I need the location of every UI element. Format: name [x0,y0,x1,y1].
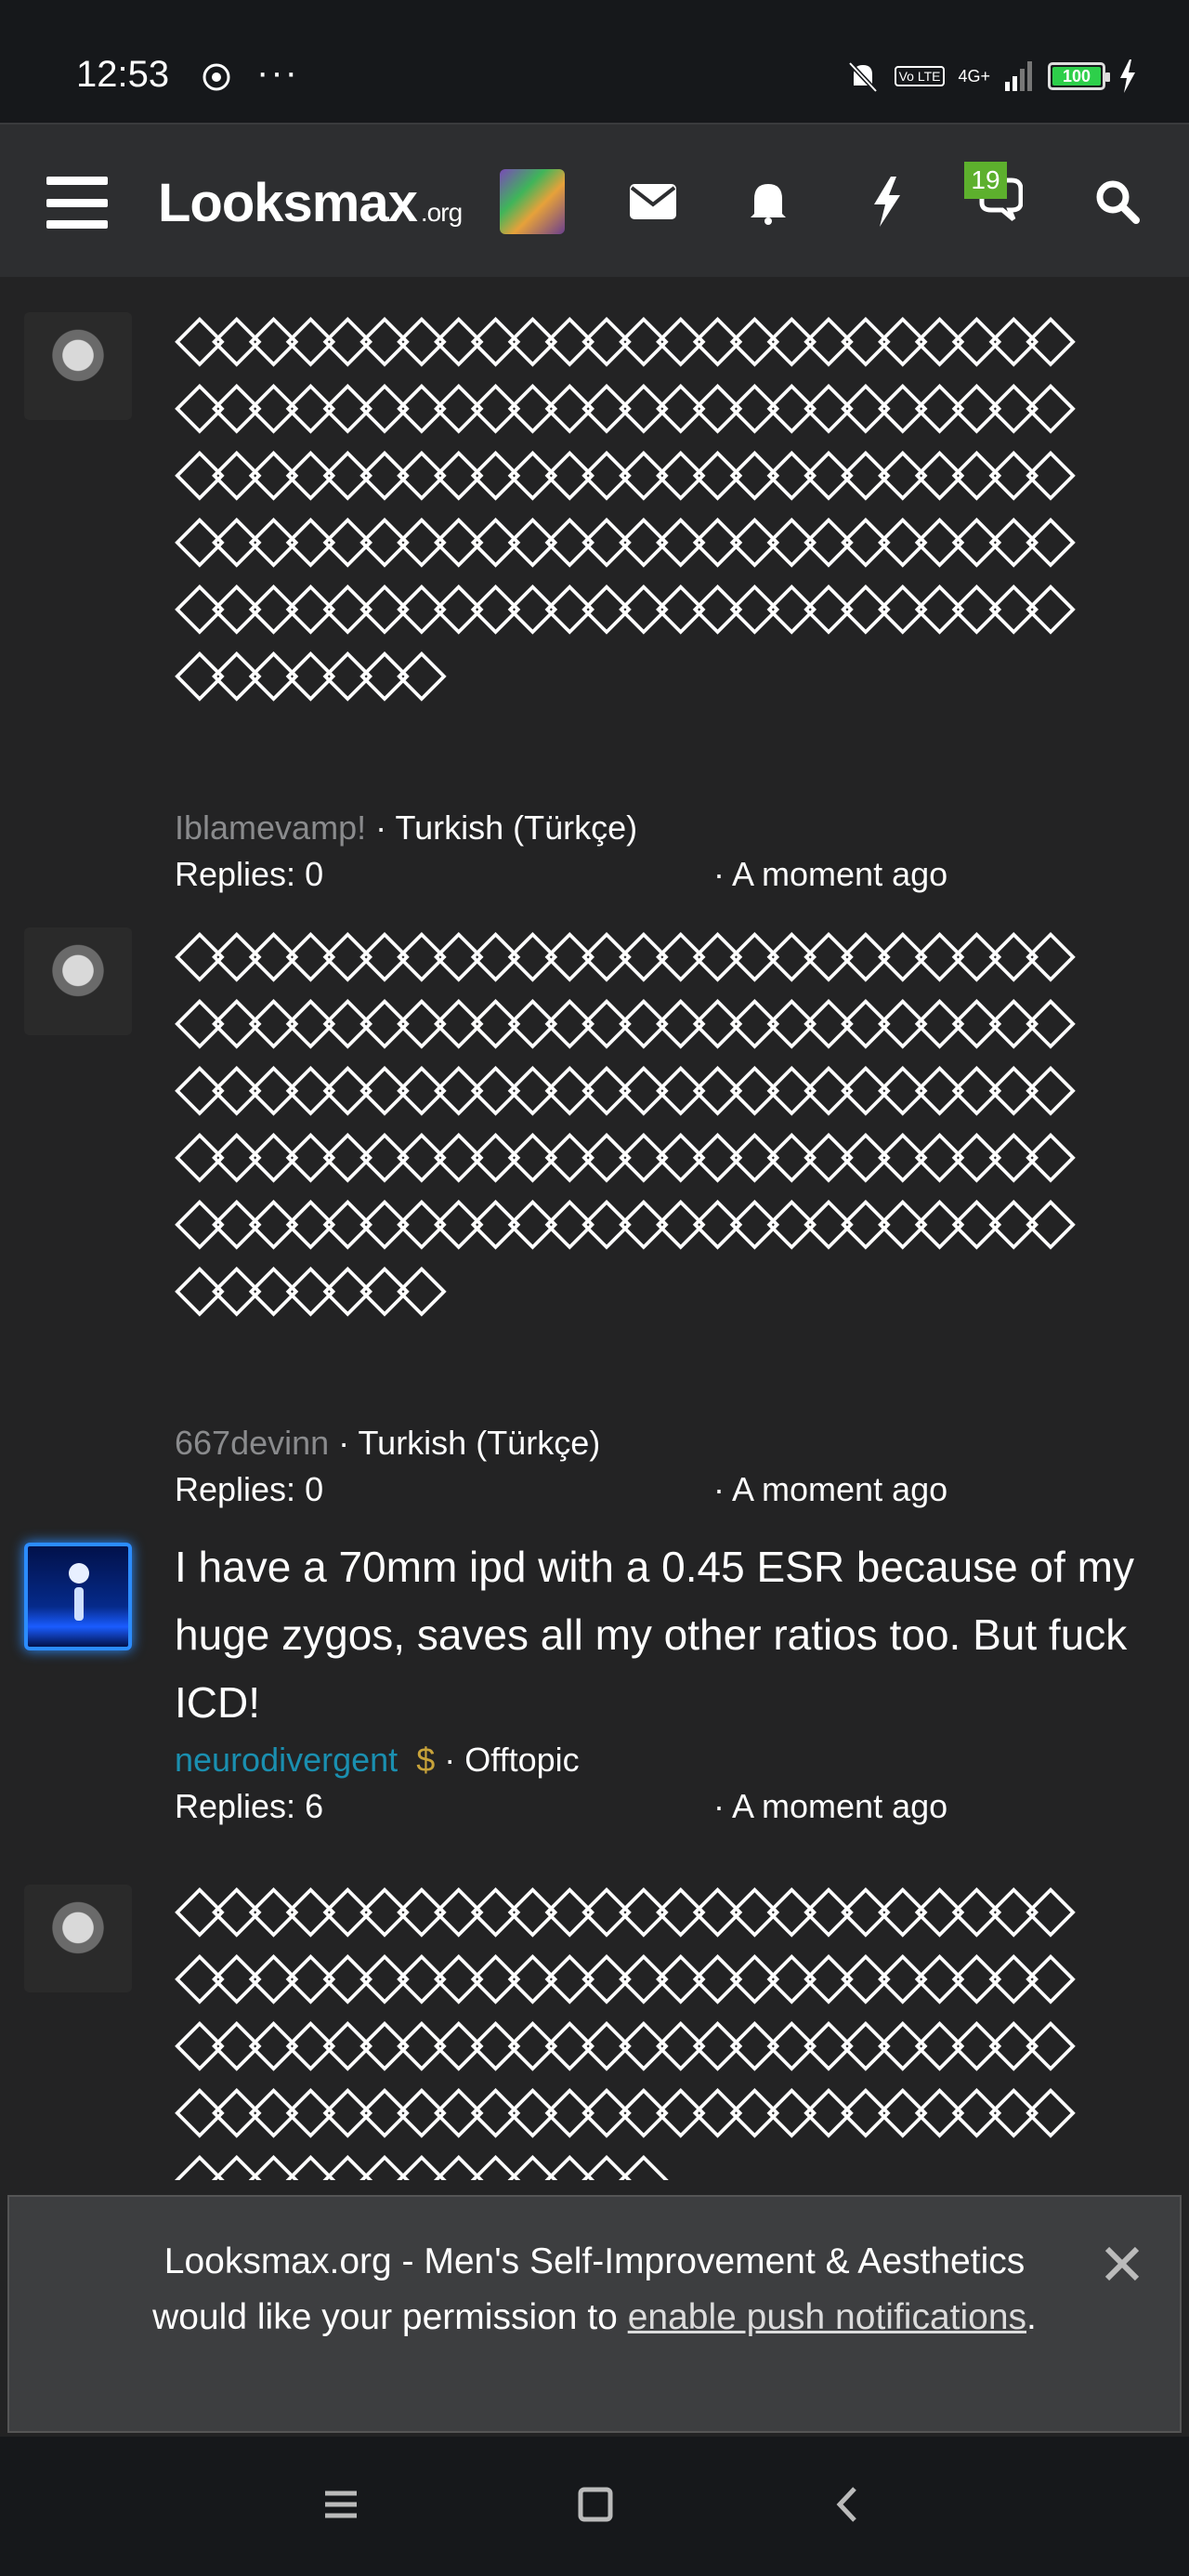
thread-title[interactable]: I have a 70mm ipd with a 0.45 ESR becaus… [175,1533,1159,1737]
reply-count: Replies: 0 [175,1470,324,1508]
user-avatar[interactable] [500,169,565,234]
author-name[interactable]: 667devinn [175,1424,329,1462]
thread-meta: 667devinn · Turkish (Türkçe) [175,1424,1159,1463]
menu-bar [46,220,108,229]
thread-title[interactable]: ◇◇◇◇◇◇◇◇◇◇◇◇◇◇◇◇◇◇◇◇◇◇◇◇◇◇◇◇◇◇◇◇◇◇◇◇◇◇◇◇… [175,918,1085,1420]
enable-push-link[interactable]: enable push notifications [628,2297,1026,2337]
banner-line-2: would like your permission to enable pus… [9,2290,1180,2346]
logo-suffix: .org [420,198,463,227]
status-bar: 12:53 ··· Vo LTE 4G+ 100 [0,0,1189,123]
signal-icon [1005,61,1032,91]
conversations-badge: 19 [964,162,1007,199]
author-avatar[interactable] [24,312,132,420]
system-nav-bar [0,2437,1189,2576]
banner-line-1: Looksmax.org - Men's Self-Improvement & … [163,2241,1026,2281]
meta-separator: · [338,1424,359,1462]
menu-bar [46,198,108,207]
post-time: · A moment ago [713,855,948,893]
search-icon [1096,180,1140,224]
recents-icon[interactable] [318,2481,364,2528]
thread-body: ◇◇◇◇◇◇◇◇◇◇◇◇◇◇◇◇◇◇◇◇◇◇◇◇◇◇◇◇◇◇◇◇◇◇◇◇◇◇◇◇… [175,303,1159,907]
menu-button[interactable] [46,177,108,229]
banner-suffix: . [1026,2297,1037,2337]
status-time: 12:53 [76,54,170,95]
post-time: · A moment ago [713,1787,948,1825]
thread-meta: neurodivergent $ · Offtopic [175,1741,1159,1780]
battery-icon: 100 [1048,62,1110,90]
more-notifications-icon: ··· [256,52,299,93]
author-avatar[interactable] [24,1885,132,1992]
reply-count: Replies: 6 [175,1787,324,1825]
forum-name[interactable]: Turkish (Türkçe) [395,808,637,847]
back-icon[interactable] [825,2481,871,2528]
author-avatar[interactable] [24,927,132,1035]
thread-stats: Replies: 0 · A moment ago [175,1470,1159,1522]
author-avatar[interactable] [24,1543,132,1650]
mute-bell-icon [847,61,878,93]
forum-name[interactable]: Turkish (Türkçe) [359,1424,601,1462]
whats-new-button[interactable] [855,169,920,234]
lightning-icon [874,177,900,227]
forum-name[interactable]: Offtopic [464,1741,579,1779]
meta-separator: · [375,808,396,847]
search-button[interactable] [1085,169,1150,234]
volte-icon: Vo LTE [894,66,946,86]
push-permission-banner: Looksmax.org - Men's Self-Improvement & … [7,2195,1182,2433]
charging-icon [1120,59,1135,93]
home-icon[interactable] [572,2481,619,2528]
network-type: 4G+ [958,67,990,85]
thread-stats: Replies: 0 · A moment ago [175,855,1159,907]
author-name[interactable]: neurodivergent [175,1741,398,1779]
meta-separator: · [444,1741,465,1779]
thread-meta: Iblamevamp! · Turkish (Türkçe) [175,808,1159,848]
post-time: · A moment ago [713,1470,948,1508]
thread-body: ◇◇◇◇◇◇◇◇◇◇◇◇◇◇◇◇◇◇◇◇◇◇◇◇◇◇◇◇◇◇◇◇◇◇◇◇◇◇◇◇… [175,1873,1159,2180]
dollar-badge-icon: $ [416,1741,436,1779]
inbox-button[interactable] [621,169,686,234]
envelope-icon [630,184,676,219]
banner-prefix: would like your permission to [152,2297,628,2337]
thread-title[interactable]: ◇◇◇◇◇◇◇◇◇◇◇◇◇◇◇◇◇◇◇◇◇◇◇◇◇◇◇◇◇◇◇◇◇◇◇◇◇◇◇◇… [175,1873,1085,2180]
close-icon[interactable] [1102,2243,1143,2284]
site-logo[interactable]: Looksmax .org [158,165,463,240]
thread-stats: Replies: 6 · A moment ago [175,1787,1159,1839]
thread-title[interactable]: ◇◇◇◇◇◇◇◇◇◇◇◇◇◇◇◇◇◇◇◇◇◇◇◇◇◇◇◇◇◇◇◇◇◇◇◇◇◇◇◇… [175,303,1085,805]
battery-level: 100 [1052,67,1101,85]
reply-count: Replies: 0 [175,855,324,893]
logo-text: Looksmax [158,172,418,233]
thread-body: I have a 70mm ipd with a 0.45 ESR becaus… [175,1533,1159,1839]
bell-icon [751,184,786,225]
author-name[interactable]: Iblamevamp! [175,808,366,847]
thread-body: ◇◇◇◇◇◇◇◇◇◇◇◇◇◇◇◇◇◇◇◇◇◇◇◇◇◇◇◇◇◇◇◇◇◇◇◇◇◇◇◇… [175,918,1159,1522]
site-header: Looksmax .org 19 [0,123,1189,277]
status-icons: Vo LTE 4G+ 100 [844,56,1137,97]
chrome-icon [203,63,230,91]
alerts-button[interactable] [736,169,801,234]
menu-bar [46,177,108,185]
